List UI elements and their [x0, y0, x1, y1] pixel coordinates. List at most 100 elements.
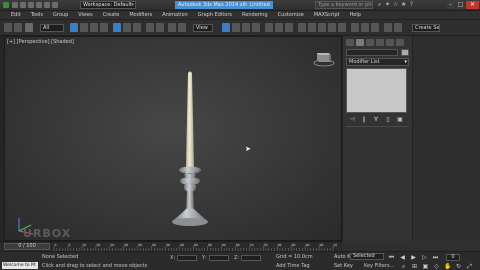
object-name-field[interactable] — [346, 49, 398, 56]
perspective-viewport[interactable]: [+] [Perspective] [Shaded] ➤ URBOX — [4, 36, 342, 241]
link-icon[interactable] — [25, 23, 33, 32]
coord-z-field[interactable] — [241, 255, 261, 261]
spinner-snap-icon[interactable] — [252, 23, 260, 32]
curve-editor-icon[interactable] — [318, 23, 326, 32]
coord-x-field[interactable] — [177, 255, 197, 261]
percent-snap-icon[interactable] — [242, 23, 250, 32]
maximize-button[interactable]: □ — [456, 1, 465, 9]
remove-modifier-icon[interactable]: ▯ — [385, 117, 391, 123]
set-key-button[interactable]: Set Key — [334, 263, 353, 269]
menu-maxscript[interactable]: MAXScript — [309, 11, 345, 20]
render-setup-icon[interactable] — [351, 23, 359, 32]
orbit-icon[interactable]: ↻ — [455, 263, 462, 270]
workspace-dropdown[interactable]: Workspace: Default ▾ — [80, 1, 136, 9]
select-object-icon[interactable] — [70, 23, 78, 32]
configure-modifier-sets-icon[interactable]: ▣ — [397, 117, 403, 123]
object-color-swatch[interactable] — [401, 49, 409, 56]
close-button[interactable]: ✕ — [466, 1, 479, 9]
utilities-tab-icon[interactable] — [396, 39, 404, 46]
zoom-icon[interactable]: ⌕ — [400, 263, 407, 270]
render-production-icon[interactable] — [371, 23, 379, 32]
modifier-list-dropdown[interactable]: Modifier List ▾ — [346, 58, 409, 66]
save-file-icon[interactable] — [28, 2, 34, 8]
help-icon[interactable]: ? — [409, 2, 414, 8]
zoom-extents-icon[interactable]: ▣ — [422, 263, 429, 270]
go-to-end-icon[interactable]: ⏭ — [432, 254, 439, 261]
menu-rendering[interactable]: Rendering — [237, 11, 273, 20]
field-of-view-icon[interactable]: ◇ — [433, 263, 440, 270]
redo-icon[interactable] — [44, 2, 50, 8]
layer-manager-icon[interactable] — [298, 23, 306, 32]
environment-icon[interactable] — [394, 23, 402, 32]
new-file-icon[interactable] — [12, 2, 18, 8]
show-end-result-icon[interactable]: ∥ — [361, 117, 367, 123]
mirror-icon[interactable] — [275, 23, 283, 32]
menu-modifiers[interactable]: Modifiers — [124, 11, 157, 20]
modify-tab-icon[interactable] — [356, 39, 364, 46]
redo-button[interactable] — [14, 23, 22, 32]
menu-group[interactable]: Group — [48, 11, 73, 20]
make-unique-icon[interactable]: ∀ — [373, 117, 379, 123]
window-crossing-icon[interactable] — [100, 23, 108, 32]
angle-snap-icon[interactable] — [232, 23, 240, 32]
next-frame-icon[interactable]: ▷ — [421, 254, 428, 261]
reference-coordinate-dropdown[interactable]: View — [193, 24, 213, 32]
select-by-name-icon[interactable] — [80, 23, 88, 32]
reference-coordinate-icon[interactable] — [146, 23, 154, 32]
select-and-scale-icon[interactable] — [133, 23, 141, 32]
communication-center-icon[interactable]: ☆ — [393, 2, 398, 8]
material-editor-icon[interactable] — [338, 23, 346, 32]
project-folder-icon[interactable] — [52, 2, 58, 8]
viewport-label[interactable]: [+] [Perspective] [Shaded] — [7, 39, 74, 45]
key-mode-dropdown[interactable]: Selected — [350, 253, 384, 260]
create-tab-icon[interactable] — [346, 39, 354, 46]
selection-region-icon[interactable] — [90, 23, 98, 32]
selection-filter-dropdown[interactable]: All — [40, 24, 64, 32]
app-logo-icon[interactable] — [3, 2, 9, 8]
search-input[interactable]: Type a keyword or phrase — [315, 1, 373, 9]
menu-edit[interactable]: Edit — [6, 11, 26, 20]
rendered-frame-icon[interactable] — [361, 23, 369, 32]
maximize-viewport-icon[interactable]: ⤢ — [466, 263, 473, 270]
graphite-ribbon-icon[interactable] — [308, 23, 316, 32]
modifier-stack-list[interactable] — [346, 68, 407, 113]
select-manipulate-icon[interactable] — [168, 23, 176, 32]
minimize-button[interactable]: – — [446, 1, 455, 9]
add-time-tag-button[interactable]: Add Time Tag — [276, 263, 310, 269]
search-icon[interactable]: ⌕ — [377, 2, 382, 8]
pin-stack-icon[interactable]: ⊣ — [349, 117, 355, 123]
display-tab-icon[interactable] — [386, 39, 394, 46]
pivot-center-icon[interactable] — [156, 23, 164, 32]
undo-icon[interactable] — [36, 2, 42, 8]
menu-graph-editors[interactable]: Graph Editors — [193, 11, 237, 20]
teapot-render-icon[interactable] — [384, 23, 392, 32]
schematic-view-icon[interactable] — [328, 23, 336, 32]
snaps-toggle-icon[interactable] — [222, 23, 230, 32]
play-icon[interactable]: ▶ — [410, 254, 417, 261]
menu-create[interactable]: Create — [98, 11, 125, 20]
undo-button[interactable] — [4, 23, 12, 32]
select-and-rotate-icon[interactable] — [123, 23, 131, 32]
candlestick-model[interactable] — [155, 71, 225, 231]
timeline-ruler[interactable]: 0 5 10 15 20 25 30 35 40 45 50 55 60 65 70 75 80 85 90 95 10… — [52, 243, 337, 251]
motion-tab-icon[interactable] — [376, 39, 384, 46]
current-frame-field[interactable]: 0 — [446, 254, 460, 261]
menu-customize[interactable]: Customize — [273, 11, 309, 20]
pan-icon[interactable]: ✋ — [444, 263, 451, 270]
keyboard-shortcut-icon[interactable] — [178, 23, 186, 32]
key-filters-button[interactable]: Key Filters... — [364, 263, 394, 269]
time-slider[interactable]: 0 / 100 — [4, 243, 50, 250]
coord-y-field[interactable] — [209, 255, 229, 261]
menu-views[interactable]: Views — [73, 11, 97, 20]
viewcube-icon[interactable] — [313, 49, 335, 67]
menu-animation[interactable]: Animation — [157, 11, 193, 20]
create-selection-set-dropdown[interactable]: Create Se — [412, 24, 440, 32]
favorites-icon[interactable]: ★ — [401, 2, 406, 8]
menu-tools[interactable]: Tools — [26, 11, 48, 20]
maxscript-listener[interactable]: Welcome to M: — [2, 262, 38, 269]
menu-help[interactable]: Help — [345, 11, 366, 20]
align-icon[interactable] — [285, 23, 293, 32]
select-and-move-icon[interactable] — [113, 23, 121, 32]
previous-frame-icon[interactable]: ◀ — [399, 254, 406, 261]
go-to-start-icon[interactable]: ⏮ — [388, 254, 395, 261]
